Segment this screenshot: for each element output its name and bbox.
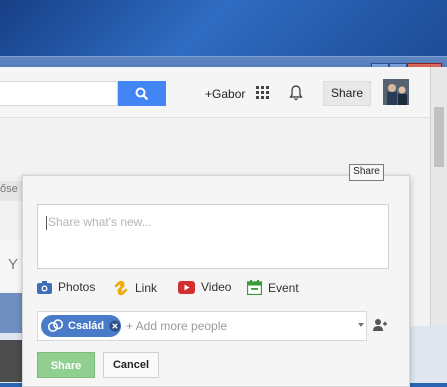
link-icon	[114, 280, 128, 296]
attach-event-label: Event	[268, 280, 299, 295]
remove-chip-icon[interactable]	[109, 319, 121, 333]
audience-chip-label: Család	[68, 320, 105, 332]
post-text-input[interactable]: Share what's new...	[37, 204, 389, 269]
audience-chip[interactable]: Család	[41, 315, 121, 337]
background-image-strip	[0, 293, 22, 333]
share-button-header[interactable]: Share	[323, 81, 371, 106]
avatar[interactable]	[383, 79, 409, 105]
notification-bell-icon[interactable]	[289, 85, 303, 101]
desktop-background	[0, 0, 447, 62]
search-input[interactable]	[0, 81, 118, 106]
chevron-down-icon[interactable]	[358, 323, 364, 327]
share-tooltip: Share	[349, 164, 384, 181]
background-post-strip: őse	[0, 181, 22, 201]
calendar-icon	[247, 280, 262, 295]
attach-video-label: Video	[201, 280, 232, 294]
attach-photos[interactable]: Photos	[37, 280, 95, 294]
profile-photo-icon	[383, 79, 409, 105]
add-person-icon[interactable]	[373, 318, 387, 332]
circle-link-icon	[47, 319, 64, 332]
profile-link[interactable]: +Gabor	[205, 87, 245, 101]
google-header: +Gabor Share	[0, 67, 430, 118]
attach-video[interactable]: Video	[178, 280, 231, 294]
apps-grid-icon[interactable]	[256, 86, 270, 100]
scrollbar-thumb[interactable]	[434, 107, 444, 167]
vertical-scrollbar[interactable]	[430, 67, 447, 326]
background-post-strip: Y	[0, 240, 22, 290]
youtube-icon	[178, 280, 195, 294]
background-text-fragment: őse	[0, 183, 18, 195]
share-box: Share what's new... Photos Link Video Ev…	[22, 175, 410, 387]
share-post-button[interactable]: Share	[37, 352, 95, 378]
audience-field[interactable]: Család + Add more people	[37, 311, 367, 341]
cancel-button[interactable]: Cancel	[103, 352, 159, 378]
attach-link[interactable]: Link	[113, 280, 157, 296]
search-icon	[135, 87, 149, 100]
add-people-input[interactable]: + Add more people	[126, 319, 227, 333]
camera-icon	[37, 280, 52, 294]
attach-link-label: Link	[135, 281, 158, 295]
post-placeholder: Share what's new...	[48, 215, 152, 229]
background-image-strip	[0, 340, 22, 382]
attach-event[interactable]: Event	[247, 280, 299, 295]
attach-photos-label: Photos	[58, 280, 96, 294]
text-caret	[46, 215, 47, 230]
background-text-fragment: Y	[8, 256, 19, 273]
search-button[interactable]	[118, 81, 166, 106]
